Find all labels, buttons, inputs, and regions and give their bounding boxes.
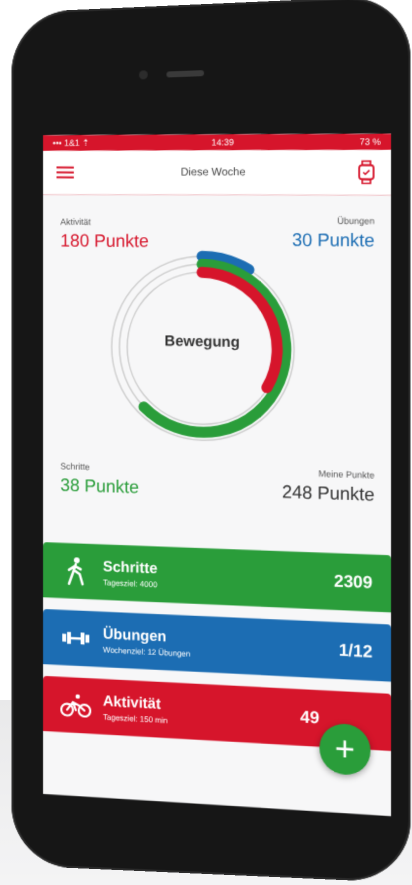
smartwatch-icon[interactable] [356,160,377,184]
schritte-card-text: Schritte Tagesziel: 4000 [103,558,334,596]
earpiece-speaker [166,70,204,77]
uebungen-label: Übungen [337,216,374,226]
uebungen-card-text: Übungen Wochenziel: 12 Übungen [103,625,339,665]
schritte-points: 38 Punkte [60,475,139,498]
page-title: Diese Woche [181,166,246,178]
schritte-label: Schritte [60,461,89,472]
bicycle-icon [57,685,96,727]
walking-icon [57,551,96,592]
weekly-stats: Aktivität 180 Punkte Übungen 30 Punkte B… [43,195,391,537]
uebungen-card-value: 1/12 [339,641,373,663]
aktivitaet-card-value: 49 [300,707,319,728]
meine-punkte-value: 248 Punkte [282,482,375,506]
uebungen-card[interactable]: Übungen Wochenziel: 12 Übungen 1/12 [43,609,391,682]
clock: 14:39 [211,137,233,147]
ring-center-label: Bewegung [99,332,307,352]
battery-label: 73 % [360,137,381,147]
camera-dot [139,70,148,79]
schritte-card[interactable]: Schritte Tagesziel: 4000 2309 [43,542,391,612]
aktivitaet-card-text: Aktivität Tagesziel: 150 min [103,692,300,732]
phone-device: ••• 1&1 ⇡ 14:39 73 % Diese Woche Aktivit… [11,0,410,883]
meine-punkte-label: Meine Punkte [318,469,374,481]
activity-rings: Bewegung [99,243,307,456]
carrier-label: ••• 1&1 ⇡ [53,137,90,148]
schritte-card-value: 2309 [334,571,373,593]
aktivitaet-label: Aktivität [60,217,90,227]
status-bar: ••• 1&1 ⇡ 14:39 73 % [43,134,391,151]
hamburger-icon[interactable] [57,164,74,182]
app-screen: ••• 1&1 ⇡ 14:39 73 % Diese Woche Aktivit… [43,134,391,817]
top-bar: Diese Woche [43,150,391,196]
dumbbell-icon [57,618,96,659]
